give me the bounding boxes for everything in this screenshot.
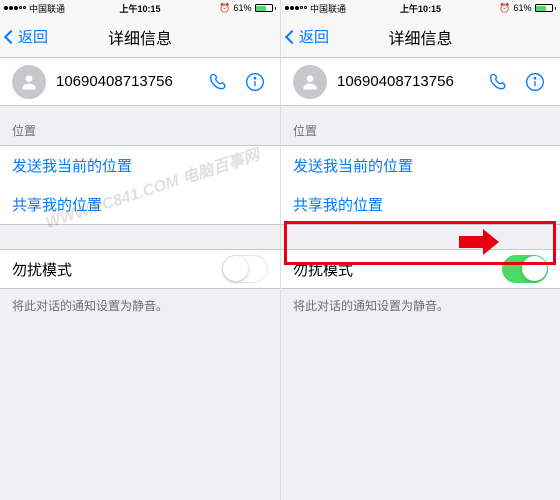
do-not-disturb-footnote: 将此对话的通知设置为静音。 bbox=[0, 289, 280, 322]
do-not-disturb-label: 勿扰模式 bbox=[12, 259, 222, 280]
contact-row[interactable]: 10690408713756 bbox=[281, 58, 560, 106]
contact-name: 10690408713756 bbox=[337, 73, 476, 90]
phone-icon bbox=[209, 72, 229, 92]
alarm-icon: ⏰ bbox=[219, 3, 230, 14]
info-icon bbox=[245, 72, 265, 92]
send-my-location-button[interactable]: 发送我当前的位置 bbox=[281, 145, 560, 185]
phone-icon bbox=[489, 72, 509, 92]
location-section-header: 位置 bbox=[281, 106, 560, 145]
signal-dots-icon bbox=[4, 6, 26, 10]
do-not-disturb-label: 勿扰模式 bbox=[293, 259, 502, 280]
info-button[interactable] bbox=[242, 69, 268, 95]
avatar bbox=[293, 65, 327, 99]
chevron-left-icon bbox=[4, 29, 18, 43]
share-my-location-button[interactable]: 共享我的位置 bbox=[0, 185, 280, 225]
info-icon bbox=[525, 72, 545, 92]
call-button[interactable] bbox=[486, 69, 512, 95]
page-title: 详细信息 bbox=[388, 25, 452, 49]
chevron-left-icon bbox=[285, 29, 299, 43]
info-button[interactable] bbox=[522, 69, 548, 95]
location-section-header: 位置 bbox=[0, 106, 280, 145]
status-bar: 中国联通 上午10:15 ⏰ 61% bbox=[281, 0, 560, 16]
screen-after: 中国联通 上午10:15 ⏰ 61% 返回 详细信息 1069040871375… bbox=[280, 0, 560, 500]
battery-pct: 61% bbox=[233, 3, 251, 13]
do-not-disturb-row: 勿扰模式 bbox=[0, 249, 280, 289]
alarm-icon: ⏰ bbox=[499, 3, 510, 14]
nav-bar: 返回 详细信息 bbox=[281, 16, 560, 58]
battery-icon bbox=[535, 4, 557, 12]
back-label: 返回 bbox=[299, 26, 329, 47]
back-button[interactable]: 返回 bbox=[287, 26, 329, 47]
back-button[interactable]: 返回 bbox=[6, 26, 48, 47]
do-not-disturb-row: 勿扰模式 bbox=[281, 249, 560, 289]
carrier-label: 中国联通 bbox=[29, 2, 65, 15]
page-title: 详细信息 bbox=[108, 25, 172, 49]
clock-label: 上午10:15 bbox=[119, 2, 160, 15]
send-my-location-button[interactable]: 发送我当前的位置 bbox=[0, 145, 280, 185]
battery-pct: 61% bbox=[513, 3, 531, 13]
carrier-label: 中国联通 bbox=[310, 2, 346, 15]
person-icon bbox=[300, 72, 320, 92]
avatar bbox=[12, 65, 46, 99]
do-not-disturb-toggle[interactable] bbox=[502, 255, 548, 283]
person-icon bbox=[19, 72, 39, 92]
contact-row[interactable]: 10690408713756 bbox=[0, 58, 280, 106]
share-my-location-button[interactable]: 共享我的位置 bbox=[281, 185, 560, 225]
contact-name: 10690408713756 bbox=[56, 73, 196, 90]
signal-dots-icon bbox=[285, 6, 307, 10]
screen-before: 中国联通 上午10:15 ⏰ 61% 返回 详细信息 1069040871375… bbox=[0, 0, 280, 500]
do-not-disturb-footnote: 将此对话的通知设置为静音。 bbox=[281, 289, 560, 322]
clock-label: 上午10:15 bbox=[400, 2, 441, 15]
nav-bar: 返回 详细信息 bbox=[0, 16, 280, 58]
status-bar: 中国联通 上午10:15 ⏰ 61% bbox=[0, 0, 280, 16]
do-not-disturb-toggle[interactable] bbox=[222, 255, 268, 283]
call-button[interactable] bbox=[206, 69, 232, 95]
battery-icon bbox=[255, 4, 277, 12]
back-label: 返回 bbox=[18, 26, 48, 47]
